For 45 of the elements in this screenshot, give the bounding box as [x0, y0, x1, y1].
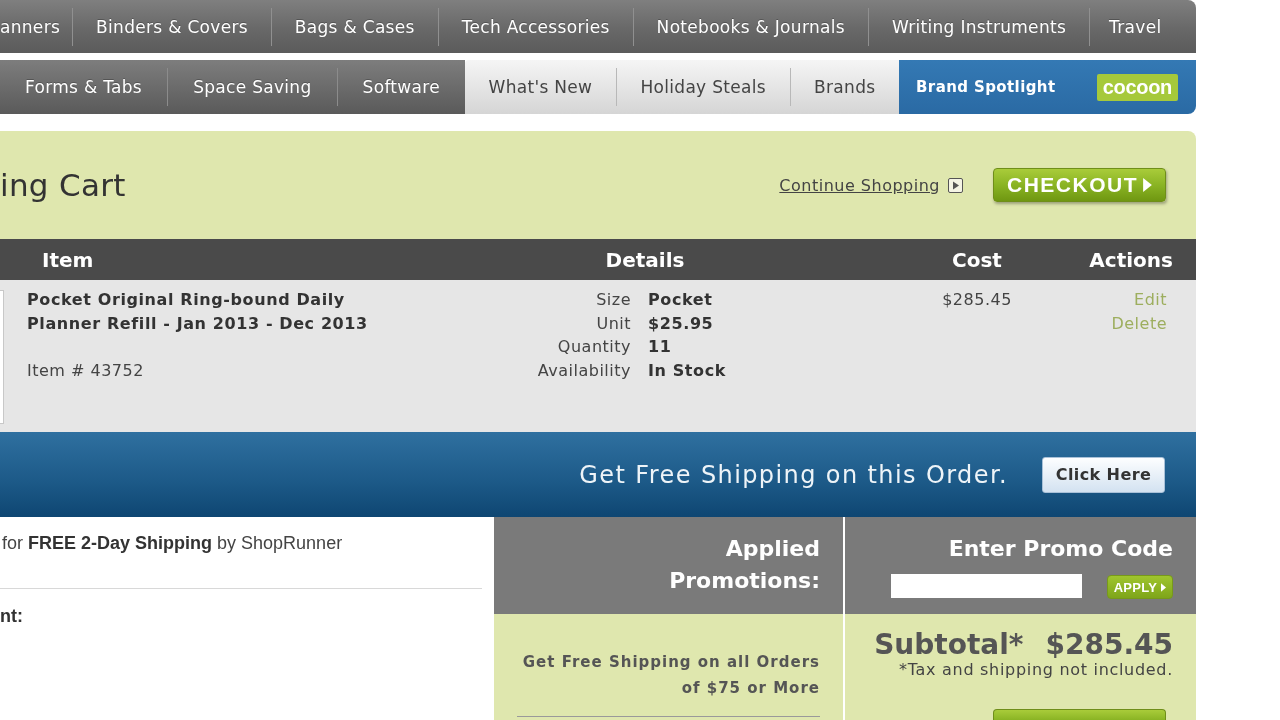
subtotal-value: $285.45 — [1045, 629, 1173, 661]
page-title: ing Cart — [0, 167, 127, 203]
detail-value: 11 — [648, 336, 673, 358]
detail-value: $25.95 — [648, 312, 715, 335]
nav-link[interactable]: Software — [336, 68, 465, 106]
nav-link[interactable]: Space Saving — [167, 68, 337, 106]
nav-link[interactable]: Writing Instruments — [867, 7, 1090, 46]
promo-code-field[interactable] — [891, 573, 1082, 598]
caret-icon — [1161, 582, 1167, 592]
product-name: Pocket Original Ring-bound Daily Planner Refill - Jan 2013 - Dec 2013 — [27, 289, 369, 335]
caret-icon — [1143, 178, 1152, 192]
detail-value: Pocket — [648, 289, 714, 311]
nav-link[interactable]: Holiday Steals — [615, 68, 790, 106]
continue-shopping-link[interactable]: Continue Shopping — [779, 175, 940, 195]
shipping-offer-text: for FREE 2-Day Shipping by ShopRunner — [1, 532, 343, 554]
column-header: Details — [604, 247, 686, 272]
promotion-text: Get Free Shipping on all Orders of $75 or More — [521, 652, 820, 699]
detail-value: In Stock — [648, 359, 727, 382]
nav-link[interactable]: Forms & Tabs — [0, 68, 168, 106]
nav-link[interactable]: Binders & Covers — [72, 7, 271, 46]
section-label: nt: — [0, 605, 23, 627]
detail-label: Size — [595, 289, 631, 311]
detail-label: Unit — [595, 312, 631, 335]
item-number: Item # 43752 — [27, 359, 145, 382]
nav-link[interactable]: What's New — [465, 68, 616, 106]
banner-text: Get Free Shipping on this Order. — [579, 460, 1008, 489]
nav-link[interactable]: anners — [0, 7, 73, 46]
promo-code-heading: Enter Promo Code — [948, 535, 1173, 563]
nav-link[interactable]: Bags & Cases — [270, 7, 438, 46]
spotlight-link[interactable]: Brand Spotlight — [916, 78, 1056, 96]
tax-note: *Tax and shipping not included. — [899, 660, 1173, 680]
column-header: Actions — [1088, 247, 1174, 272]
detail-label: Quantity — [556, 336, 631, 358]
column-header: Item — [41, 247, 95, 272]
nav-link[interactable]: Notebooks & Journals — [632, 7, 868, 46]
column-header: Cost — [951, 247, 1003, 272]
checkout-button[interactable] — [993, 709, 1166, 720]
detail-label: Availability — [536, 359, 631, 382]
subtotal-label: Subtotal* — [874, 629, 1024, 661]
click-here-button[interactable]: Click Here — [1042, 456, 1165, 493]
play-box-icon[interactable] — [948, 177, 963, 193]
nav-link[interactable]: Travel — [1089, 7, 1196, 46]
promotions-heading: Applied Promotions: — [668, 535, 820, 595]
nav-link[interactable]: Tech Accessories — [437, 7, 633, 46]
cost-text: $285.45 — [942, 290, 1012, 309]
